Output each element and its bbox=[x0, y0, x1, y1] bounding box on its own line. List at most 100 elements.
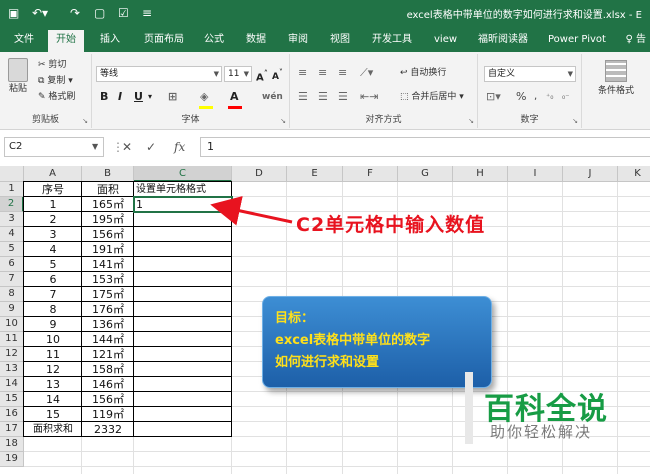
cell-b5[interactable]: 191㎡ bbox=[84, 242, 132, 257]
confirm-icon[interactable]: ✓ bbox=[146, 138, 156, 156]
row-header-9[interactable]: 9 bbox=[0, 302, 24, 317]
row-header-15[interactable]: 15 bbox=[0, 392, 24, 407]
column-header-f[interactable]: F bbox=[343, 166, 398, 182]
cell-c5[interactable] bbox=[136, 242, 230, 257]
borders-icon[interactable]: ⊞ bbox=[168, 90, 177, 104]
phonetic-icon[interactable]: wén bbox=[262, 90, 283, 104]
row-header-2[interactable]: 2 bbox=[0, 197, 24, 212]
print-preview-icon[interactable]: ▢ bbox=[94, 5, 105, 21]
row-header-7[interactable]: 7 bbox=[0, 272, 24, 287]
save-icon[interactable]: ▣ bbox=[8, 5, 19, 21]
cell-a16[interactable]: 15 bbox=[26, 407, 80, 422]
tab-file[interactable]: 文件 bbox=[6, 30, 42, 52]
tab-page-layout[interactable]: 页面布局 bbox=[136, 30, 192, 52]
cell-a10[interactable]: 9 bbox=[26, 317, 80, 332]
row-header-18[interactable]: 18 bbox=[0, 437, 24, 452]
cell-b11[interactable]: 144㎡ bbox=[84, 332, 132, 347]
cell-a13[interactable]: 12 bbox=[26, 362, 80, 377]
row-header-16[interactable]: 16 bbox=[0, 407, 24, 422]
orientation-icon[interactable]: ⟋▾ bbox=[360, 66, 373, 80]
cell-c16[interactable] bbox=[136, 407, 230, 422]
cell-c12[interactable] bbox=[136, 347, 230, 362]
align-center-icon[interactable]: ☰ bbox=[318, 90, 328, 104]
cell-a14[interactable]: 13 bbox=[26, 377, 80, 392]
cell-b17[interactable]: 2332 bbox=[84, 422, 132, 437]
font-color-icon[interactable]: A bbox=[230, 90, 239, 104]
indent-icon[interactable]: ⇤⇥ bbox=[360, 90, 378, 104]
cell-c4[interactable] bbox=[136, 227, 230, 242]
row-header-8[interactable]: 8 bbox=[0, 287, 24, 302]
increase-decimal-icon[interactable]: ⁺₀ bbox=[546, 90, 553, 104]
cell-a5[interactable]: 4 bbox=[26, 242, 80, 257]
cell-b1[interactable]: 面积 bbox=[84, 182, 132, 197]
align-right-icon[interactable]: ☰ bbox=[338, 90, 348, 104]
underline-button[interactable]: U bbox=[134, 90, 143, 104]
cancel-icon[interactable]: ✕ bbox=[122, 138, 132, 156]
column-header-e[interactable]: E bbox=[287, 166, 343, 182]
currency-icon[interactable]: ⊡▾ bbox=[486, 90, 501, 104]
cell-c13[interactable] bbox=[136, 362, 230, 377]
tell-me-icon[interactable]: ♀ 告 bbox=[625, 30, 646, 52]
cell-b10[interactable]: 136㎡ bbox=[84, 317, 132, 332]
column-header-h[interactable]: H bbox=[453, 166, 508, 182]
cell-c9[interactable] bbox=[136, 302, 230, 317]
increase-font-icon[interactable]: A˄ bbox=[256, 66, 268, 85]
row-header-12[interactable]: 12 bbox=[0, 347, 24, 362]
tab-developer[interactable]: 开发工具 bbox=[364, 30, 420, 52]
row-header-3[interactable]: 3 bbox=[0, 212, 24, 227]
cell-b2[interactable]: 165㎡ bbox=[84, 197, 132, 212]
row-header-14[interactable]: 14 bbox=[0, 377, 24, 392]
cell-b14[interactable]: 146㎡ bbox=[84, 377, 132, 392]
column-header-j[interactable]: J bbox=[563, 166, 618, 182]
cut-button[interactable]: ✂ 剪切 bbox=[38, 58, 66, 72]
cell-a9[interactable]: 8 bbox=[26, 302, 80, 317]
format-painter-button[interactable]: ✎ 格式刷 bbox=[38, 90, 75, 104]
fill-handle[interactable] bbox=[229, 210, 234, 215]
cell-c1[interactable]: 设置单元格格式 bbox=[136, 182, 230, 197]
decrease-font-icon[interactable]: A˅ bbox=[272, 66, 283, 84]
tab-view-en[interactable]: view bbox=[426, 30, 465, 52]
decrease-decimal-icon[interactable]: ₀⁻ bbox=[562, 90, 569, 104]
cell-a15[interactable]: 14 bbox=[26, 392, 80, 407]
align-middle-icon[interactable]: ≡ bbox=[318, 66, 327, 80]
tab-home[interactable]: 开始 bbox=[48, 30, 84, 52]
cell-c3[interactable] bbox=[136, 212, 230, 227]
cell-c14[interactable] bbox=[136, 377, 230, 392]
row-header-19[interactable]: 19 bbox=[0, 452, 24, 467]
cell-c6[interactable] bbox=[136, 257, 230, 272]
redo-icon[interactable]: ↷ bbox=[70, 5, 80, 21]
cell-a17[interactable]: 面积求和 bbox=[26, 422, 80, 437]
font-size-select[interactable]: 11 ▼ bbox=[224, 66, 252, 82]
align-top-icon[interactable]: ≡ bbox=[298, 66, 307, 80]
dialog-launcher-icon[interactable]: ↘ bbox=[82, 117, 88, 125]
tab-formulas[interactable]: 公式 bbox=[196, 30, 232, 52]
column-header-a[interactable]: A bbox=[24, 166, 82, 182]
cell-b16[interactable]: 119㎡ bbox=[84, 407, 132, 422]
cell-b8[interactable]: 175㎡ bbox=[84, 287, 132, 302]
cell-c11[interactable] bbox=[136, 332, 230, 347]
bold-button[interactable]: B bbox=[100, 90, 108, 104]
tab-view[interactable]: 视图 bbox=[322, 30, 358, 52]
tab-data[interactable]: 数据 bbox=[238, 30, 274, 52]
cell-b7[interactable]: 153㎡ bbox=[84, 272, 132, 287]
cell-c10[interactable] bbox=[136, 317, 230, 332]
dialog-launcher-icon[interactable]: ↘ bbox=[572, 117, 578, 125]
cell-a2[interactable]: 1 bbox=[26, 197, 80, 212]
row-header-4[interactable]: 4 bbox=[0, 227, 24, 242]
column-header-i[interactable]: I bbox=[508, 166, 563, 182]
customize-toolbar-icon[interactable]: ≡ bbox=[142, 5, 152, 21]
cell-b4[interactable]: 156㎡ bbox=[84, 227, 132, 242]
paste-button[interactable]: 粘贴 bbox=[6, 58, 30, 96]
cell-b6[interactable]: 141㎡ bbox=[84, 257, 132, 272]
wrap-text-button[interactable]: ↩ 自动换行 bbox=[400, 66, 446, 80]
select-all-corner[interactable] bbox=[0, 166, 24, 182]
dialog-launcher-icon[interactable]: ↘ bbox=[468, 117, 474, 125]
merge-center-button[interactable]: ⬚ 合并后居中 ▾ bbox=[400, 90, 464, 104]
tab-power-pivot[interactable]: Power Pivot bbox=[540, 30, 614, 52]
spelling-icon[interactable]: ☑ bbox=[118, 5, 129, 21]
conditional-format-button[interactable]: 条件格式 bbox=[598, 60, 634, 98]
copy-button[interactable]: ⧉ 复制 ▾ bbox=[38, 74, 73, 88]
font-name-select[interactable]: 等线 ▼ bbox=[96, 66, 222, 82]
name-box-dropdown-icon[interactable]: ▼ bbox=[92, 138, 98, 156]
cell-a3[interactable]: 2 bbox=[26, 212, 80, 227]
